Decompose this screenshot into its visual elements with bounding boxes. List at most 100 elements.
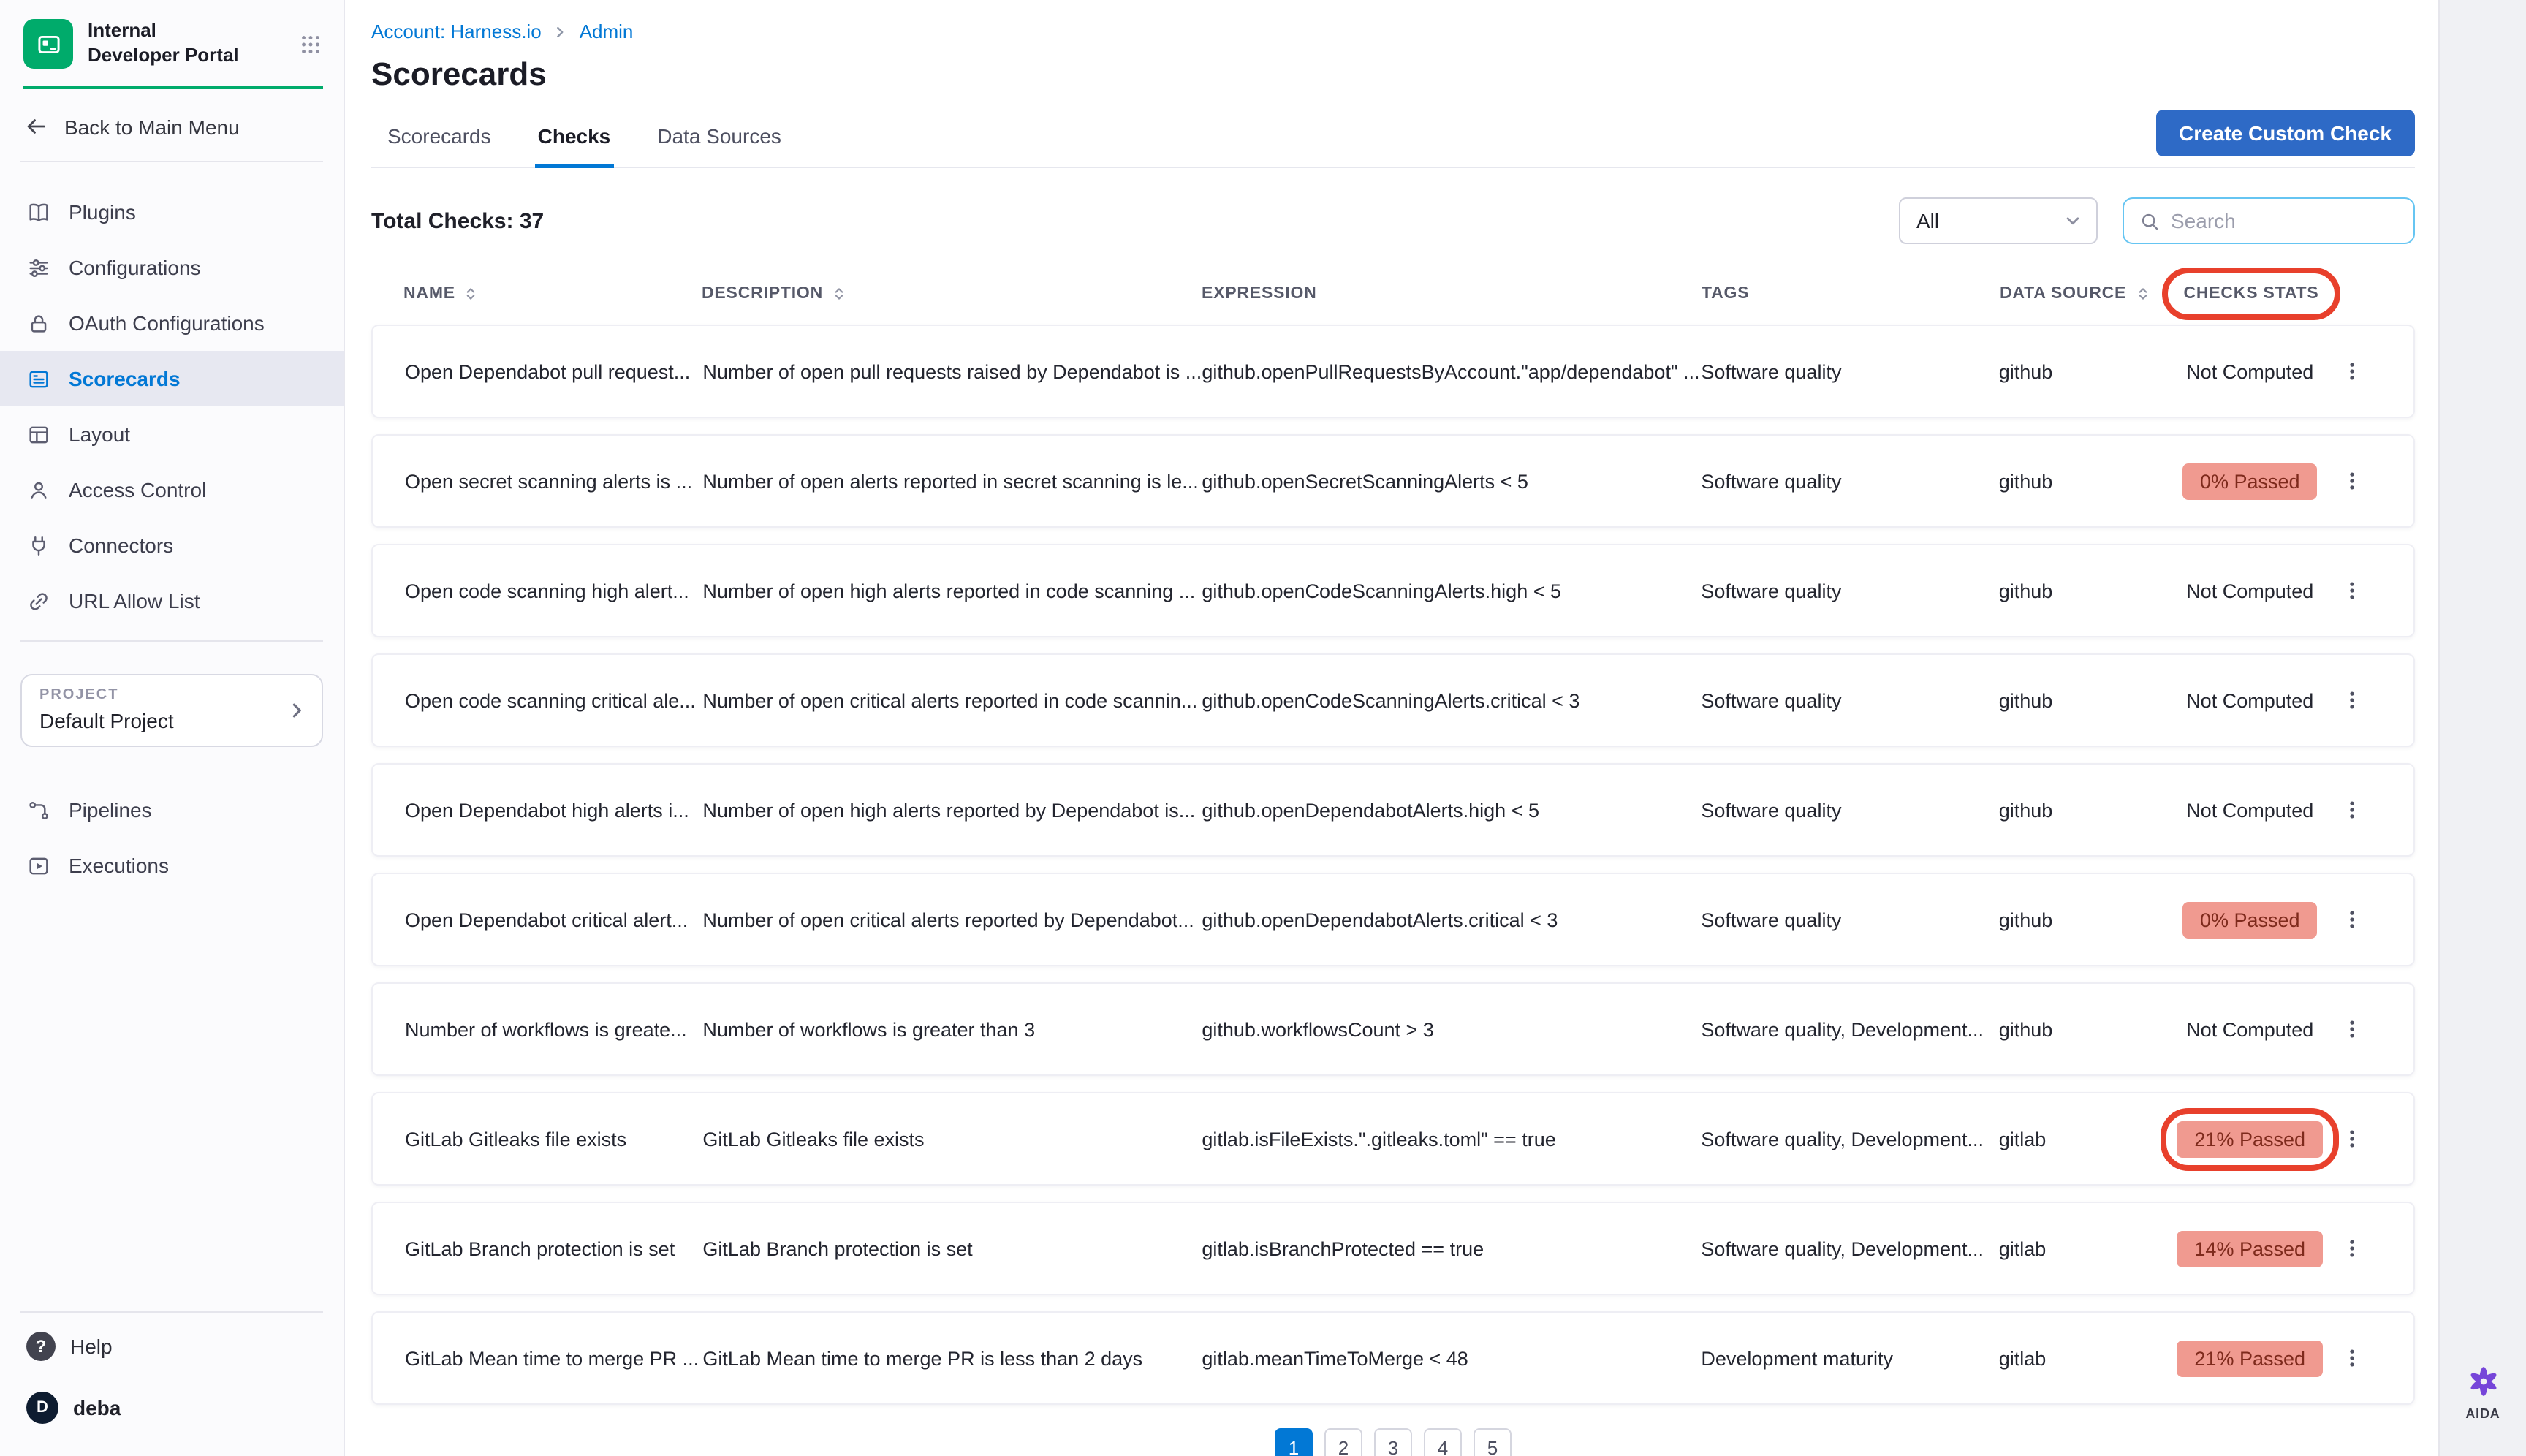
check-stats: Not Computed: [2159, 689, 2340, 711]
sidebar-item-configurations[interactable]: Configurations: [0, 240, 344, 295]
table-row[interactable]: Open code scanning high alert... Number …: [371, 544, 2415, 637]
table-header: NAME DESCRIPTION EXPRESSION TAGS DATA SO…: [371, 279, 2415, 325]
column-header-name[interactable]: NAME: [403, 285, 455, 303]
toolbar: Total Checks: 37 All: [371, 197, 2415, 244]
help-button[interactable]: ? Help: [0, 1313, 344, 1380]
back-to-main-menu-label: Back to Main Menu: [64, 115, 240, 138]
check-expression: github.openDependabotAlerts.critical < 3: [1202, 909, 1701, 930]
table-row[interactable]: Open Dependabot pull request... Number o…: [371, 325, 2415, 418]
sidebar-item-executions[interactable]: Executions: [0, 838, 344, 893]
check-description: Number of open alerts reported in secret…: [702, 470, 1202, 492]
check-data-source: github: [1999, 799, 2160, 821]
sidebar-item-scorecards[interactable]: Scorecards: [0, 351, 344, 406]
row-menu-kebab-icon[interactable]: [2340, 689, 2364, 712]
pagination: 1 2 3 4 5: [371, 1428, 2415, 1456]
page-button[interactable]: 1: [1275, 1428, 1313, 1456]
table-row[interactable]: Open Dependabot high alerts i... Number …: [371, 763, 2415, 857]
check-stats-value: Not Computed: [2186, 799, 2313, 821]
sidebar-item-access-control[interactable]: Access Control: [0, 462, 344, 517]
check-stats: Not Computed: [2159, 799, 2340, 821]
table-row[interactable]: Open secret scanning alerts is ... Numbe…: [371, 434, 2415, 528]
table-row[interactable]: Open code scanning critical ale... Numbe…: [371, 653, 2415, 747]
check-stats: Not Computed: [2159, 580, 2340, 602]
aida-button[interactable]: AIDA: [2440, 1362, 2526, 1421]
search-icon: [2139, 210, 2161, 232]
row-menu-kebab-icon[interactable]: [2340, 1017, 2364, 1041]
table-row[interactable]: GitLab Branch protection is set GitLab B…: [371, 1202, 2415, 1295]
sidebar-item-icon: [26, 477, 51, 502]
row-menu-kebab-icon[interactable]: [2340, 1237, 2364, 1260]
sort-icon[interactable]: [463, 285, 480, 303]
back-to-main-menu[interactable]: Back to Main Menu: [0, 89, 344, 161]
sidebar-item-icon: [26, 200, 51, 224]
row-menu-kebab-icon[interactable]: [2340, 908, 2364, 931]
check-expression: github.openCodeScanningAlerts.critical <…: [1202, 689, 1701, 711]
user-menu[interactable]: D deba: [0, 1380, 344, 1456]
check-stats-value: Not Computed: [2186, 689, 2313, 711]
check-stats: 14% Passed: [2159, 1230, 2340, 1267]
filter-select-value: All: [1916, 209, 1939, 232]
column-header-description[interactable]: DESCRIPTION: [702, 285, 823, 303]
row-menu-kebab-icon[interactable]: [2340, 1127, 2364, 1150]
row-menu-kebab-icon[interactable]: [2340, 798, 2364, 822]
main-content: Account: Harness.io Admin Scorecards Sco…: [345, 0, 2438, 1456]
check-stats-value: 21% Passed: [2177, 1121, 2323, 1157]
sidebar-item-label: Executions: [69, 854, 169, 877]
project-label: PROJECT: [39, 687, 281, 703]
check-name: Number of workflows is greate...: [405, 1018, 702, 1040]
sort-icon[interactable]: [830, 285, 848, 303]
check-tags: Software quality: [1701, 799, 1998, 821]
chevron-down-icon: [2063, 211, 2083, 231]
page-button[interactable]: 4: [1424, 1428, 1462, 1456]
check-description: Number of open pull requests raised by D…: [702, 360, 1202, 382]
sort-icon[interactable]: [2134, 285, 2151, 303]
create-custom-check-button[interactable]: Create Custom Check: [2155, 110, 2415, 156]
check-data-source: github: [1999, 689, 2160, 711]
tab-data-sources[interactable]: Data Sources: [654, 108, 784, 168]
row-menu-kebab-icon[interactable]: [2340, 469, 2364, 493]
sidebar-nav: Plugins Configurations OAuth Configurati…: [0, 162, 344, 640]
arrow-left-icon: [23, 114, 48, 139]
breadcrumb-admin-link[interactable]: Admin: [580, 20, 634, 42]
table-row[interactable]: GitLab Gitleaks file exists GitLab Gitle…: [371, 1092, 2415, 1186]
total-checks-label: Total Checks: 37: [371, 208, 544, 233]
sidebar-item-plugins[interactable]: Plugins: [0, 184, 344, 240]
table-row[interactable]: Number of workflows is greate... Number …: [371, 982, 2415, 1076]
sidebar-item-connectors[interactable]: Connectors: [0, 517, 344, 573]
sidebar-item-pipelines[interactable]: Pipelines: [0, 782, 344, 838]
tab-scorecards[interactable]: Scorecards: [384, 108, 494, 168]
app-grid-icon[interactable]: [298, 31, 323, 56]
check-name: Open Dependabot pull request...: [405, 360, 702, 382]
sidebar-nav-secondary: Pipelines Executions: [0, 782, 344, 905]
sidebar-item-icon: [26, 255, 51, 280]
check-name: Open secret scanning alerts is ...: [405, 470, 702, 492]
column-header-data-source[interactable]: DATA SOURCE: [2000, 285, 2126, 303]
table-row[interactable]: GitLab Mean time to merge PR ... GitLab …: [371, 1311, 2415, 1405]
sidebar-item-icon: [26, 853, 51, 878]
filter-select[interactable]: All: [1899, 197, 2098, 244]
table-row[interactable]: Open Dependabot critical alert... Number…: [371, 873, 2415, 966]
row-menu-kebab-icon[interactable]: [2340, 360, 2364, 383]
row-menu-kebab-icon[interactable]: [2340, 579, 2364, 602]
page-button[interactable]: 2: [1324, 1428, 1362, 1456]
sidebar-item-icon: [26, 588, 51, 613]
tab-checks[interactable]: Checks: [535, 108, 614, 168]
search-input[interactable]: [2171, 209, 2399, 232]
check-description: Number of workflows is greater than 3: [702, 1018, 1202, 1040]
idp-logo-glyph: [34, 30, 62, 58]
app-window: Internal Developer Portal Back to Main M…: [0, 0, 2526, 1456]
tab-bar: Scorecards Checks Data Sources Create Cu…: [371, 108, 2415, 168]
aida-icon: [2464, 1362, 2502, 1400]
sidebar-item-oauth-configurations[interactable]: OAuth Configurations: [0, 295, 344, 351]
check-stats: 21% Passed: [2159, 1340, 2340, 1376]
column-header-tags: TAGS: [1702, 285, 1749, 303]
breadcrumb-account-link[interactable]: Account: Harness.io: [371, 20, 542, 42]
chevron-right-icon: [285, 699, 308, 722]
row-menu-kebab-icon[interactable]: [2340, 1346, 2364, 1370]
sidebar-item-layout[interactable]: Layout: [0, 406, 344, 462]
project-selector[interactable]: PROJECT Default Project: [20, 674, 323, 747]
page-button[interactable]: 3: [1374, 1428, 1412, 1456]
sidebar-item-url-allow-list[interactable]: URL Allow List: [0, 573, 344, 629]
page-button[interactable]: 5: [1474, 1428, 1512, 1456]
check-stats-value: 14% Passed: [2177, 1230, 2323, 1267]
